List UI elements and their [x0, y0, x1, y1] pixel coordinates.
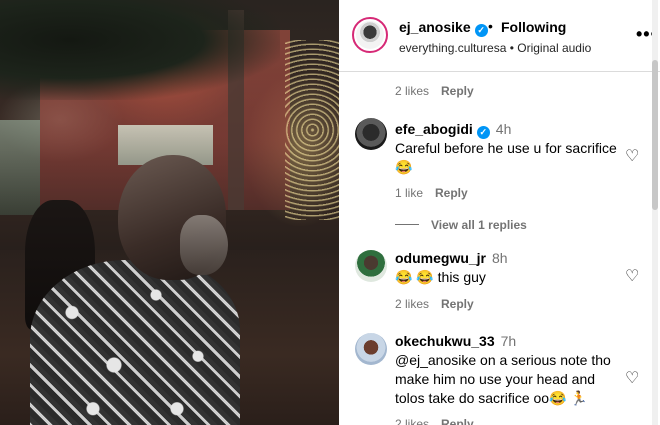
likes-count[interactable]: 2 likes: [395, 84, 429, 98]
post-media-video[interactable]: [0, 0, 339, 425]
man-beard: [180, 215, 228, 275]
commenter-username[interactable]: efe_abogidi: [395, 121, 473, 137]
top-comment-meta: 2 likes Reply: [395, 84, 474, 98]
scrollbar-thumb[interactable]: [652, 60, 658, 210]
replies-rule: [395, 224, 419, 225]
following-button[interactable]: Following: [501, 19, 566, 35]
post-header: ej_anosike ✓ • Following everything.cultu…: [339, 0, 660, 72]
reply-button[interactable]: Reply: [441, 84, 474, 98]
commenter-avatar[interactable]: [355, 118, 387, 150]
string-lights: [285, 40, 339, 220]
comment-time[interactable]: 8h: [492, 250, 508, 266]
author-username[interactable]: ej_anosike ✓: [399, 19, 488, 37]
commenter-username[interactable]: odumegwu_jr: [395, 250, 486, 266]
heart-outline-icon[interactable]: ♡: [625, 371, 641, 387]
heart-outline-icon[interactable]: ♡: [625, 269, 641, 285]
verified-badge-icon: ✓: [476, 126, 490, 139]
comment-header: odumegwu_jr 8h: [395, 249, 508, 268]
background-window-left: [0, 120, 40, 215]
commenter-avatar[interactable]: [355, 250, 387, 282]
comment-meta: 2 likes Reply: [395, 417, 474, 425]
likes-count[interactable]: 2 likes: [395, 297, 429, 311]
likes-count[interactable]: 1 like: [395, 186, 423, 200]
commenter-username[interactable]: okechukwu_33: [395, 333, 495, 349]
comment-header: efe_abogidi ✓ 4h: [395, 120, 511, 139]
comment-text: @ej_anosike on a serious note tho make h…: [395, 352, 611, 406]
comment-meta: 2 likes Reply: [395, 297, 474, 311]
comment-header: okechukwu_33 7h: [395, 332, 516, 351]
reply-button[interactable]: Reply: [435, 186, 468, 200]
reply-button[interactable]: Reply: [441, 417, 474, 425]
comment-time[interactable]: 7h: [501, 333, 517, 349]
commenter-avatar[interactable]: [355, 333, 387, 365]
comment-text: Careful before he use u for sacrifice 😂: [395, 140, 617, 175]
comment-time[interactable]: 4h: [496, 121, 512, 137]
likes-count[interactable]: 2 likes: [395, 417, 429, 425]
reply-button[interactable]: Reply: [441, 297, 474, 311]
view-replies-button[interactable]: View all 1 replies: [395, 218, 527, 232]
comment-text: 😂 😂 this guy: [395, 269, 486, 285]
heart-outline-icon[interactable]: ♡: [625, 149, 641, 165]
separator-dot: •: [488, 18, 493, 34]
man-patterned-shirt: [30, 260, 240, 425]
author-avatar[interactable]: [352, 17, 388, 53]
verified-badge-icon: ✓: [474, 24, 488, 37]
comments-scrollbar[interactable]: [652, 0, 658, 425]
author-username-text[interactable]: ej_anosike: [399, 19, 471, 35]
comment-meta: 1 like Reply: [395, 186, 468, 200]
background-tree: [0, 0, 280, 100]
view-replies-label[interactable]: View all 1 replies: [431, 218, 527, 232]
post-source[interactable]: everything.culturesa • Original audio: [399, 41, 591, 55]
comments-panel: ej_anosike ✓ • Following everything.cultu…: [339, 0, 660, 425]
